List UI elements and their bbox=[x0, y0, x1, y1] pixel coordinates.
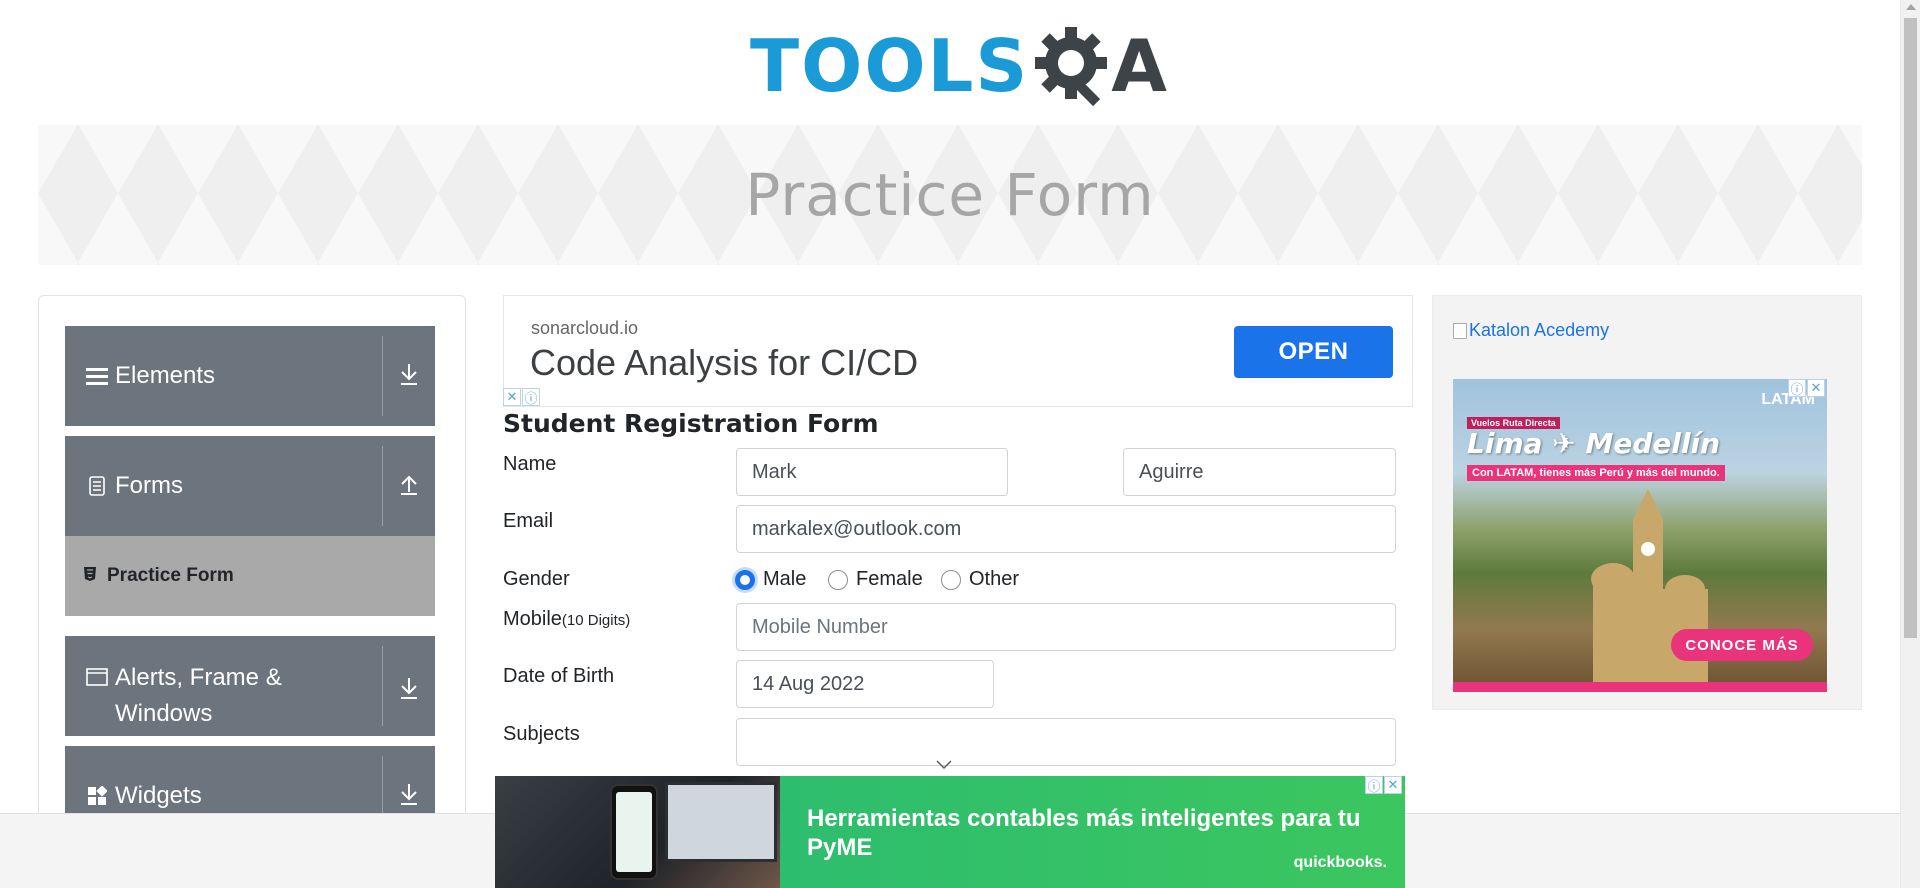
radio-label: Other bbox=[969, 568, 1020, 590]
radio-label: Female bbox=[856, 568, 923, 590]
info-icon[interactable]: ⓘ bbox=[1365, 776, 1383, 794]
name-label: Name bbox=[503, 453, 557, 475]
mobile-input[interactable]: Mobile Number bbox=[736, 603, 1396, 651]
sidebar-item-label: Practice Form bbox=[107, 565, 234, 586]
info-icon[interactable]: ⓘ bbox=[522, 388, 540, 406]
logo-text: TOOLS bbox=[750, 24, 1030, 108]
radio-circle[interactable] bbox=[941, 569, 961, 590]
first-name-input[interactable]: Mark bbox=[736, 448, 1008, 496]
sidebar-group-label: Elements bbox=[115, 362, 216, 389]
download-arrow-icon[interactable] bbox=[391, 782, 427, 812]
left-sidebar: Elements Forms Practice Form Alerts, Fra… bbox=[38, 295, 466, 888]
sidebar-item-practice-form[interactable]: Practice Form bbox=[65, 536, 435, 616]
katalon-image-link[interactable]: Katalon Acedemy bbox=[1453, 320, 1609, 341]
sidebar-group-label: Forms bbox=[115, 472, 183, 499]
ad-headline: Code Analysis for CI/CD bbox=[530, 342, 919, 383]
bottom-advertisement[interactable]: Herramientas contables más inteligentes … bbox=[495, 776, 1405, 888]
form-title: Student Registration Form bbox=[503, 409, 879, 438]
ad-tagline: Con LATAM, tienes más Perú y más del mun… bbox=[1467, 465, 1725, 481]
sidebar-group-label-line2: Windows bbox=[115, 700, 213, 727]
gender-radio-female[interactable]: Female bbox=[828, 568, 923, 591]
ad-domain: sonarcloud.io bbox=[531, 318, 639, 338]
mobile-label: Mobile(10 Digits) bbox=[503, 608, 631, 630]
dob-label: Date of Birth bbox=[503, 665, 615, 687]
broken-image-icon bbox=[1453, 322, 1467, 339]
info-icon[interactable]: ⓘ bbox=[1788, 379, 1806, 397]
gender-label: Gender bbox=[503, 568, 570, 590]
mobile-hint: (10 Digits) bbox=[561, 612, 631, 629]
email-label: Email bbox=[503, 510, 554, 532]
radio-label: Male bbox=[763, 568, 807, 590]
last-name-input[interactable]: Aguirre bbox=[1123, 448, 1396, 496]
right-advertisement[interactable]: Katalon Acedemy LATAM Vuelos Ruta Direct… bbox=[1432, 295, 1862, 710]
scroll-up-arrow-icon[interactable] bbox=[1906, 4, 1916, 10]
page: TOOLS A Practice Form Elements Forms Pra… bbox=[0, 0, 1920, 888]
close-icon[interactable]: ✕ bbox=[503, 388, 521, 406]
email-input[interactable]: markalex@outlook.com bbox=[736, 505, 1396, 553]
gender-radio-male[interactable]: Male bbox=[735, 568, 806, 591]
ad-choices[interactable]: ✕ ⓘ bbox=[503, 388, 540, 406]
chevron-down-icon[interactable] bbox=[936, 760, 952, 770]
logo-text-a: A bbox=[1111, 24, 1167, 108]
ad-headline: Herramientas contables más inteligentes … bbox=[807, 805, 1361, 832]
sidebar-group-label: Widgets bbox=[115, 782, 202, 809]
latam-ad-banner[interactable]: LATAM Vuelos Ruta Directa Lima ✈ Medellí… bbox=[1453, 379, 1827, 692]
sidebar-group-forms[interactable]: Forms bbox=[65, 436, 435, 536]
menu-icon bbox=[85, 366, 109, 386]
close-icon[interactable]: ✕ bbox=[1384, 776, 1402, 794]
download-arrow-icon[interactable] bbox=[391, 676, 427, 706]
sidebar-group-elements[interactable]: Elements bbox=[65, 326, 435, 426]
page-banner: Practice Form bbox=[38, 125, 1862, 265]
page-scrollbar[interactable] bbox=[1900, 0, 1920, 888]
document-icon bbox=[85, 476, 109, 496]
ad-choices[interactable]: ⓘ ✕ bbox=[1788, 379, 1825, 397]
katalon-alt-text: Katalon Acedemy bbox=[1469, 320, 1610, 340]
upload-arrow-icon[interactable] bbox=[391, 472, 427, 502]
ad-open-button[interactable]: OPEN bbox=[1234, 326, 1393, 378]
download-arrow-icon[interactable] bbox=[391, 362, 427, 392]
widgets-icon bbox=[85, 786, 109, 806]
html5-icon bbox=[83, 566, 97, 586]
conoce-mas-button[interactable]: CONOCE MÁS bbox=[1671, 629, 1813, 661]
gender-radio-other[interactable]: Other bbox=[941, 568, 1019, 591]
ad-destination: Lima ✈ Medellín bbox=[1467, 427, 1721, 460]
ad-headline-line2: PyME bbox=[807, 834, 873, 861]
top-advertisement[interactable]: sonarcloud.io Code Analysis for CI/CD OP… bbox=[503, 295, 1413, 407]
page-title: Practice Form bbox=[745, 161, 1155, 229]
close-icon[interactable]: ✕ bbox=[1807, 379, 1825, 397]
ad-photo bbox=[495, 776, 780, 888]
window-icon bbox=[85, 667, 109, 687]
date-of-birth-input[interactable]: 14 Aug 2022 bbox=[736, 660, 994, 708]
radio-circle[interactable] bbox=[828, 569, 848, 590]
ad-choices[interactable]: ⓘ ✕ bbox=[1365, 776, 1402, 794]
subjects-input[interactable] bbox=[736, 718, 1396, 766]
quickbooks-logo: quickbooks. bbox=[1293, 854, 1387, 871]
sidebar-group-label: Alerts, Frame & bbox=[115, 664, 282, 691]
toolsqa-logo[interactable]: TOOLS A bbox=[750, 18, 1167, 114]
gear-magnifier-icon bbox=[1035, 27, 1108, 107]
radio-circle[interactable] bbox=[735, 569, 755, 590]
subjects-label: Subjects bbox=[503, 723, 580, 745]
scroll-thumb[interactable] bbox=[1904, 18, 1917, 638]
sidebar-group-alerts[interactable]: Alerts, Frame & Windows bbox=[65, 636, 435, 736]
